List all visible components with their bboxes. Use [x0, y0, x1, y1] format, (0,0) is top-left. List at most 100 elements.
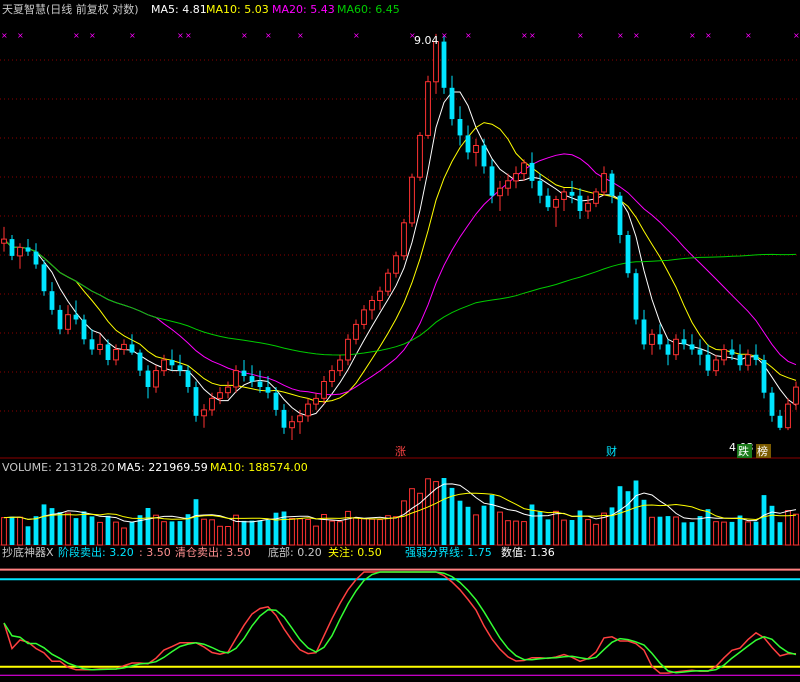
- candle-body: [689, 344, 695, 350]
- strength-line-label: 强弱分界线: 1.75: [405, 545, 492, 559]
- candle-body: [777, 415, 783, 428]
- candle-body: [457, 119, 463, 136]
- volume-label: VOLUME: 213128.20: [2, 461, 115, 474]
- volume-bar: [585, 519, 591, 546]
- volume-bar: [409, 488, 415, 546]
- candle-body: [153, 370, 159, 388]
- volume-bar: [457, 500, 463, 545]
- candle-body: [217, 392, 223, 399]
- candle-body: [745, 354, 751, 366]
- tag-cai: 财: [606, 444, 617, 458]
- volume-bar: [297, 518, 303, 546]
- ma5-line: [3, 91, 797, 417]
- stock-chart[interactable]: × × × × × × × × × × × × × × × × × × × × × × × 天夏智慧(日线 前复权 对数) …: [0, 0, 800, 682]
- signal-marker: ×: [73, 31, 80, 40]
- indicator-name: 抄底神器X: [2, 545, 54, 559]
- candle-body: [505, 180, 511, 189]
- candle-body: [17, 246, 23, 257]
- volume-bar: [633, 480, 639, 545]
- stage-sell-label: 阶段卖出: 3.20: [58, 545, 134, 559]
- watch-label: 关注: 0.50: [328, 545, 382, 559]
- candle-body: [209, 397, 215, 411]
- candle-body: [73, 314, 79, 320]
- candle-body: [113, 349, 119, 361]
- candle-body: [81, 319, 87, 340]
- candle-body: [441, 41, 447, 88]
- volume-ma10-label: MA10: 188574.00: [210, 461, 308, 474]
- candle-body: [121, 343, 127, 350]
- volume-bar: [385, 515, 391, 546]
- candle-body: [313, 397, 319, 405]
- candle-body: [249, 376, 255, 382]
- candle-body: [49, 291, 55, 310]
- candle-body: [585, 202, 591, 212]
- volume-bar: [353, 517, 359, 546]
- candle-body: [697, 349, 703, 355]
- candle-body: [25, 247, 31, 252]
- volume-bar: [649, 516, 655, 546]
- ma60-label: MA60: 6.45: [337, 3, 400, 16]
- candle-body: [569, 191, 575, 196]
- candle-body: [273, 392, 279, 410]
- volume-bar: [57, 512, 63, 545]
- volume-bar: [161, 521, 167, 546]
- candle-body: [193, 387, 199, 416]
- ma5-label: MA5: 4.81: [151, 3, 207, 16]
- value-label: 数值: 1.36: [501, 546, 555, 559]
- volume-bar: [545, 519, 551, 545]
- ma10-label: MA10: 5.03: [206, 3, 269, 16]
- candle-body: [201, 409, 207, 417]
- volume-ma5-label: MA5: 221969.59: [117, 461, 208, 474]
- volume-bar: [313, 525, 319, 546]
- volume-bar: [289, 518, 295, 546]
- candle-body: [257, 381, 263, 387]
- candle-body: [633, 273, 639, 320]
- signal-marker: ×: [241, 31, 248, 40]
- candle-body: [265, 387, 271, 393]
- volume-bar: [433, 481, 439, 546]
- candle-body: [681, 339, 687, 345]
- candle-body: [9, 239, 15, 256]
- volume-bar: [305, 519, 311, 546]
- volume-bar: [481, 505, 487, 545]
- volume-bar: [121, 527, 127, 546]
- volume-bar: [201, 518, 207, 546]
- volume-bar: [273, 512, 279, 545]
- candle-body: [393, 255, 399, 274]
- ma10-line: [3, 122, 797, 403]
- candle-body: [369, 300, 375, 311]
- candle-body: [617, 195, 623, 235]
- candle-body: [449, 87, 455, 120]
- indicator-line: [3, 571, 796, 674]
- candle-body: [1, 238, 7, 244]
- candle-body: [225, 386, 231, 394]
- volume-bar: [337, 521, 343, 546]
- candle-body: [433, 41, 439, 83]
- volume-bar: [561, 519, 567, 546]
- candle-body: [233, 370, 239, 388]
- volume-bar: [425, 478, 431, 546]
- indicator-signal-line: [3, 571, 797, 674]
- volume-bar: [505, 520, 511, 546]
- volume-bar: [225, 526, 231, 546]
- candle-body: [721, 349, 727, 361]
- signal-marker: ×: [529, 31, 536, 40]
- volume-bar: [513, 520, 519, 546]
- candle-body: [625, 235, 631, 274]
- candle-body: [161, 359, 167, 372]
- volume-bar: [793, 513, 799, 546]
- candle-body: [761, 360, 767, 393]
- candle-body: [401, 222, 407, 257]
- candle-body: [465, 135, 471, 153]
- volume-bar: [377, 519, 383, 546]
- candle-body: [89, 339, 95, 350]
- candle-body: [177, 365, 183, 371]
- volume-bar: [369, 518, 375, 546]
- volume-bar: [473, 514, 479, 546]
- volume-bar: [593, 523, 599, 546]
- volume-bar: [553, 510, 559, 546]
- candle-body: [105, 344, 111, 360]
- signal-marker: ×: [441, 31, 448, 40]
- volume-bar: [713, 521, 719, 546]
- signal-marker: ×: [353, 31, 360, 40]
